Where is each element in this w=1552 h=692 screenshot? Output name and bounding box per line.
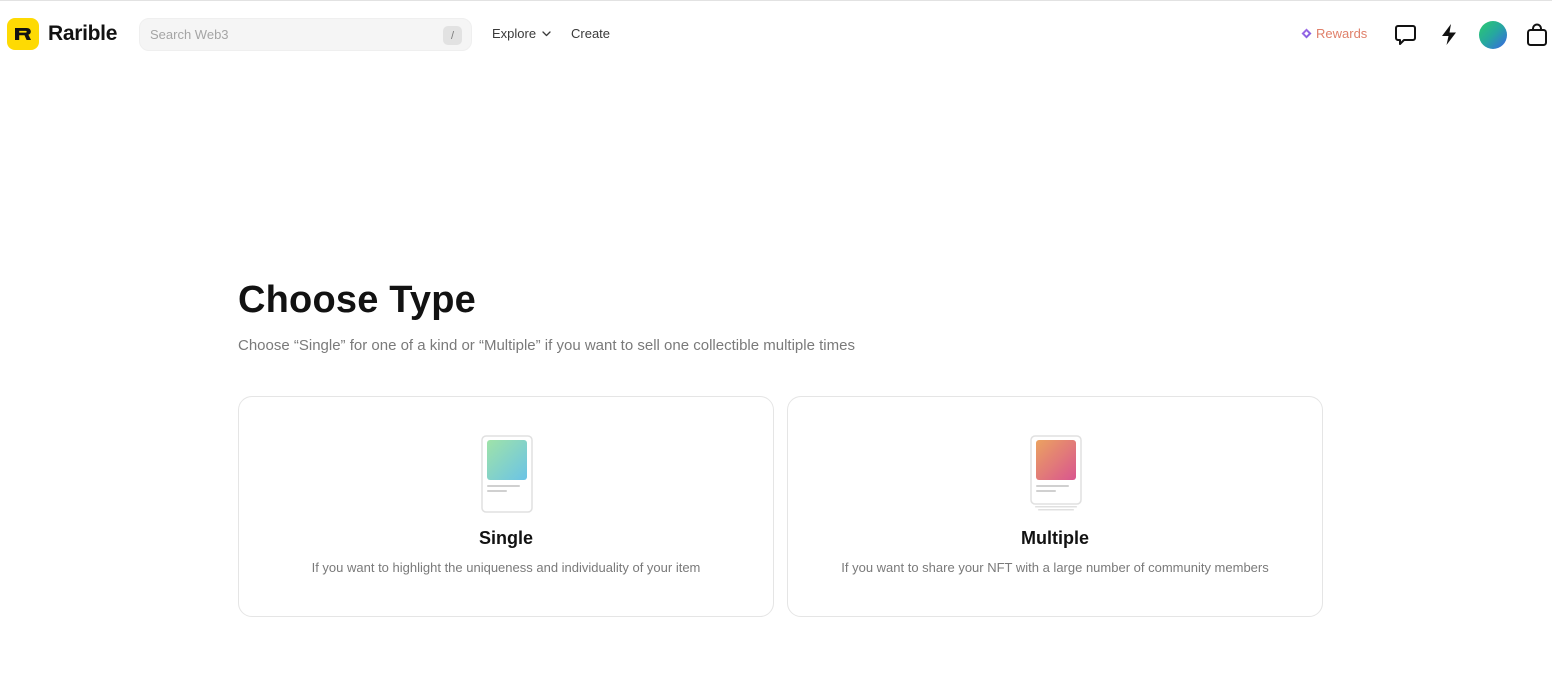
search-input[interactable] [140,19,420,50]
chat-icon[interactable] [1394,23,1417,46]
logo-text: Rarible [48,22,118,45]
bag-icon[interactable] [1526,23,1548,47]
single-card-description: If you want to highlight the uniqueness … [311,560,701,575]
single-card-title: Single [478,528,533,548]
lightning-icon[interactable] [1440,23,1458,46]
search-bar[interactable]: / [139,18,472,51]
rewards-label: Rewards [1316,26,1368,41]
rarible-logo[interactable]: Rarible [7,18,117,50]
multiple-nft-icon [1030,435,1082,511]
chevron-down-icon [542,30,551,36]
multiple-type-card[interactable]: Multiple If you want to share your NFT w… [787,396,1323,617]
avatar[interactable] [1479,21,1507,49]
top-navigation-bar: Rarible / Explore Create Rewards [0,1,1552,65]
rarible-logo-icon [7,18,39,50]
page-subtitle: Choose “Single” for one of a kind or “Mu… [238,337,855,354]
multiple-card-title: Multiple [1021,528,1089,548]
diamond-icon [1301,28,1312,39]
single-type-card[interactable]: Single If you want to highlight the uniq… [238,396,774,617]
nav-explore-label: Explore [492,26,537,41]
single-nft-icon [481,435,533,513]
rewards-link[interactable]: Rewards [1301,26,1367,41]
page-title: Choose Type [238,279,476,321]
nav-explore[interactable]: Explore [492,26,551,41]
nav-create[interactable]: Create [571,26,610,41]
multiple-card-description: If you want to share your NFT with a lar… [841,560,1269,575]
search-shortcut-key: / [443,26,462,45]
